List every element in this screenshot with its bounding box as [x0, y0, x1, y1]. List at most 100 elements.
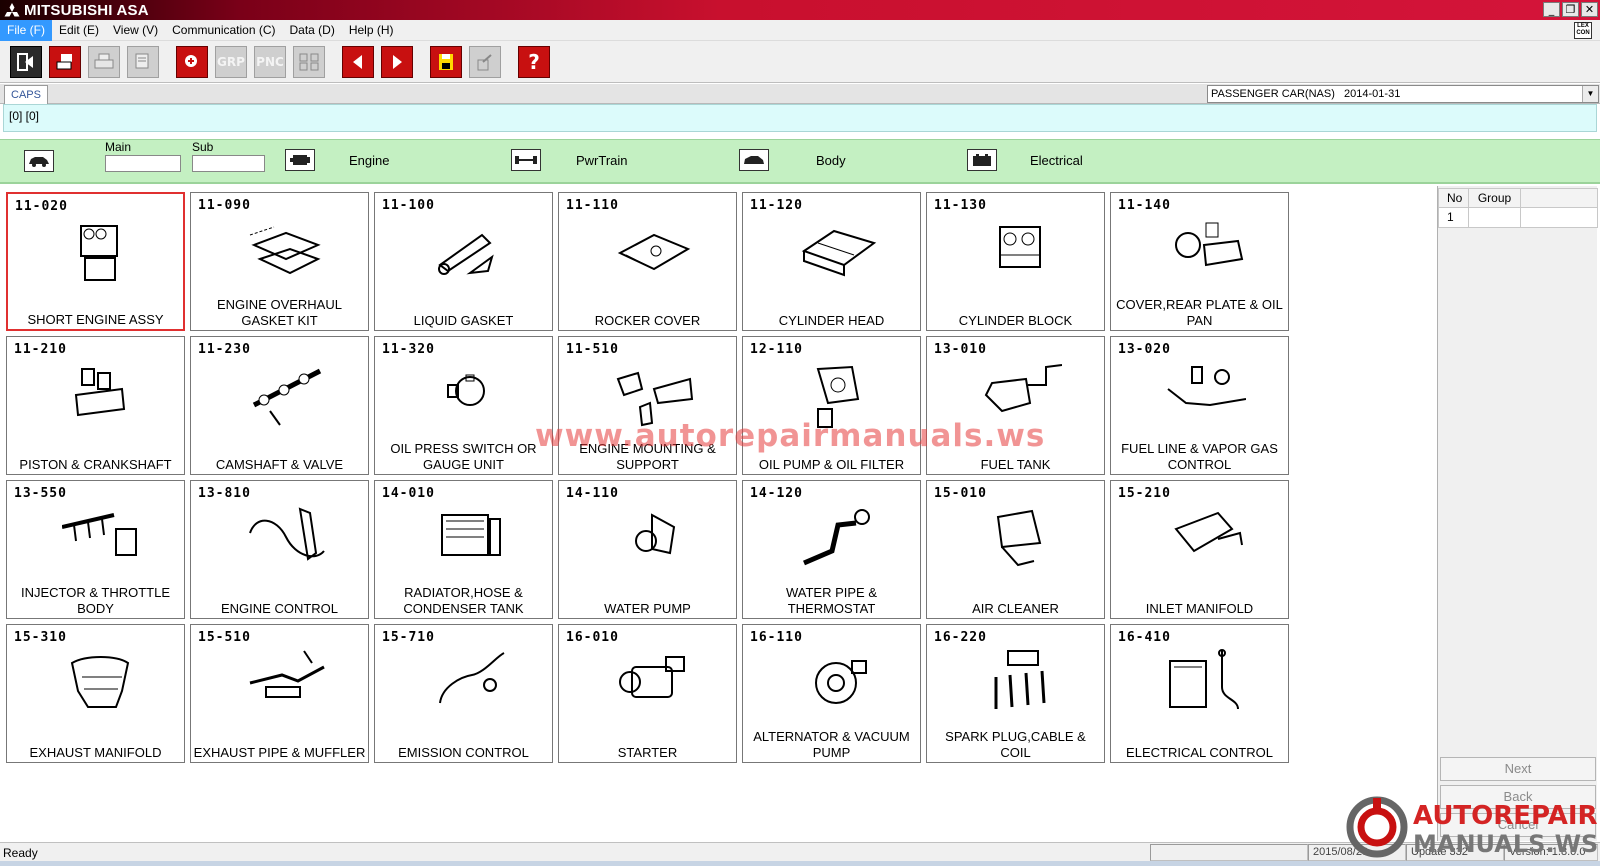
part-group-tile[interactable]: 11-230 CAMSHAFT & VALVE — [190, 336, 369, 475]
part-group-tile[interactable]: 13-020 FUEL LINE & VAPOR GAS CONTROL — [1110, 336, 1289, 475]
part-group-tile[interactable]: 15-210 INLET MANIFOLD — [1110, 480, 1289, 619]
next-button[interactable]: Next — [1440, 757, 1596, 781]
part-group-tile[interactable]: 15-510 EXHAUST PIPE & MUFFLER — [190, 624, 369, 763]
grp-button[interactable]: GRP — [215, 45, 247, 78]
tile-code: 11-210 — [14, 342, 67, 357]
tile-code: 13-810 — [198, 486, 251, 501]
lexicon-icon[interactable]: LEX CON — [1574, 22, 1592, 39]
close-button[interactable]: ✕ — [1581, 2, 1598, 17]
zoom-button[interactable] — [176, 45, 208, 78]
part-group-tile[interactable]: 14-120 WATER PIPE & THERMOSTAT — [742, 480, 921, 619]
help-button[interactable]: ? — [518, 45, 550, 78]
chevron-down-icon[interactable]: ▼ — [1582, 86, 1598, 102]
engine-icon[interactable] — [285, 149, 315, 171]
tile-code: 11-020 — [15, 199, 68, 214]
watermark-text: www.autorepairmanuals.ws — [535, 418, 1046, 454]
sub-input[interactable] — [192, 155, 265, 172]
pwrtrain-icon[interactable] — [511, 149, 541, 171]
part-group-tile[interactable]: 12-110 OIL PUMP & OIL FILTER — [742, 336, 921, 475]
menu-data[interactable]: Data (D) — [283, 20, 342, 41]
tile-name: INLET MANIFOLD — [1145, 601, 1254, 616]
tile-code: 11-110 — [566, 198, 619, 213]
tile-code: 11-230 — [198, 342, 251, 357]
car-icon[interactable] — [24, 150, 54, 172]
tile-name: WATER PIPE & THERMOSTAT — [785, 585, 877, 616]
battery-icon[interactable] — [967, 149, 997, 171]
table-row[interactable]: 1 — [1439, 208, 1597, 227]
menu-file[interactable]: File (F) — [0, 19, 52, 41]
tile-name: ELECTRICAL CONTROL — [1126, 745, 1273, 760]
vehicle-select[interactable]: PASSENGER CAR(NAS) 2014-01-31 ▼ — [1207, 85, 1599, 103]
part-group-tile[interactable]: 13-010 FUEL TANK — [926, 336, 1105, 475]
part-group-tile[interactable]: 11-110 ROCKER COVER — [558, 192, 737, 331]
zoom-plus-icon — [185, 54, 197, 67]
part-group-tile[interactable]: 11-130 CYLINDER BLOCK — [926, 192, 1105, 331]
part-group-tile[interactable]: 13-550 INJECTOR & THROTTLE BODY — [6, 480, 185, 619]
body-icon[interactable] — [739, 149, 769, 171]
part-diagram-icon — [996, 509, 1042, 567]
vehicle-select-value: PASSENGER CAR(NAS) 2014-01-31 — [1211, 88, 1401, 100]
print-setup-button[interactable] — [127, 45, 159, 78]
part-group-tile[interactable]: 11-090 ENGINE OVERHAUL GASKET KIT — [190, 192, 369, 331]
tile-code: 13-010 — [934, 342, 987, 357]
arrow-right-icon — [393, 54, 402, 69]
part-diagram-icon — [447, 374, 485, 406]
next-toolbar-button[interactable] — [381, 45, 413, 78]
pwrtrain-category[interactable]: PwrTrain — [576, 153, 628, 168]
electrical-category[interactable]: Electrical — [1030, 153, 1083, 168]
main-input[interactable] — [105, 155, 181, 172]
part-diagram-icon — [441, 514, 501, 556]
minimize-button[interactable]: _ — [1543, 2, 1560, 17]
layout-button[interactable] — [293, 45, 325, 78]
tile-name: ALTERNATOR & VACUUM PUMP — [753, 729, 910, 760]
menu-communication[interactable]: Communication (C) — [165, 20, 282, 41]
tile-code: 16-220 — [934, 630, 987, 645]
taskbar-strip — [0, 861, 1600, 866]
part-group-tile[interactable]: 11-140 COVER,REAR PLATE & OIL PAN — [1110, 192, 1289, 331]
part-group-tile[interactable]: 16-110 ALTERNATOR & VACUUM PUMP — [742, 624, 921, 763]
menu-edit[interactable]: Edit (E) — [52, 20, 106, 41]
print-setup-icon — [135, 53, 149, 68]
category-bar: Main Sub Engine PwrTrain Body Electrical — [0, 139, 1600, 184]
part-diagram-icon — [619, 656, 685, 698]
engine-category[interactable]: Engine — [349, 153, 389, 168]
part-diagram-icon — [994, 650, 1046, 709]
tile-name: CAMSHAFT & VALVE — [215, 457, 344, 472]
caps-tab[interactable]: CAPS — [4, 85, 48, 104]
print-button[interactable] — [88, 45, 120, 78]
part-group-tile[interactable]: 11-210 PISTON & CRANKSHAFT — [6, 336, 185, 475]
part-group-tile[interactable]: 16-010 STARTER — [558, 624, 737, 763]
brand-line2: MANUALS.WS — [1413, 830, 1598, 858]
menu-view[interactable]: View (V) — [106, 20, 165, 41]
part-group-tile[interactable]: 11-510 ENGINE MOUNTING & SUPPORT — [558, 336, 737, 475]
col-no-header[interactable]: No — [1439, 189, 1469, 207]
part-group-tile[interactable]: 14-110 WATER PUMP — [558, 480, 737, 619]
part-group-tile[interactable]: 16-220 SPARK PLUG,CABLE & COIL — [926, 624, 1105, 763]
print-preview-button[interactable] — [49, 45, 81, 78]
part-diagram-icon — [74, 368, 126, 417]
part-group-tile[interactable]: 15-310 EXHAUST MANIFOLD — [6, 624, 185, 763]
save-button[interactable] — [430, 45, 462, 78]
sub-label: Sub — [192, 140, 214, 154]
part-group-tile[interactable]: 11-120 CYLINDER HEAD — [742, 192, 921, 331]
body-category[interactable]: Body — [816, 153, 846, 168]
export-button[interactable] — [469, 45, 501, 78]
part-group-tile[interactable]: 15-710 EMISSION CONTROL — [374, 624, 553, 763]
previous-button[interactable] — [342, 45, 374, 78]
part-diagram-icon — [249, 507, 325, 561]
part-group-tile[interactable]: 11-020 SHORT ENGINE ASSY — [6, 192, 185, 331]
exit-button[interactable] — [10, 45, 42, 78]
part-group-tile[interactable]: 15-010 AIR CLEANER — [926, 480, 1105, 619]
part-group-tile[interactable]: 14-010 RADIATOR,HOSE & CONDENSER TANK — [374, 480, 553, 619]
col-group-header[interactable]: Group — [1469, 189, 1521, 207]
part-group-tile[interactable]: 11-320 OIL PRESS SWITCH OR GAUGE UNIT — [374, 336, 553, 475]
export-icon — [477, 53, 492, 70]
status-blank-cell — [1150, 844, 1308, 861]
restore-button[interactable]: ❐ — [1562, 2, 1579, 17]
part-group-tile[interactable]: 16-410 ELECTRICAL CONTROL — [1110, 624, 1289, 763]
part-group-tile[interactable]: 13-810 ENGINE CONTROL — [190, 480, 369, 619]
menu-help[interactable]: Help (H) — [342, 20, 401, 41]
path-display: [0] [0] — [3, 104, 1597, 132]
part-group-tile[interactable]: 11-100 LIQUID GASKET — [374, 192, 553, 331]
pnc-button[interactable]: PNC — [254, 45, 286, 78]
